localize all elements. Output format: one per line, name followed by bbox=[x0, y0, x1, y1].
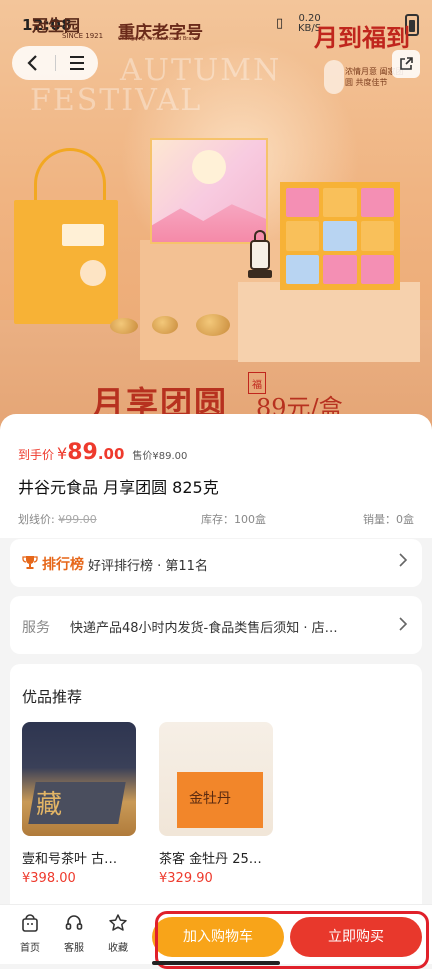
sale-price-label: 售价 bbox=[132, 451, 153, 462]
customer-service-button[interactable]: 客服 bbox=[54, 913, 94, 954]
recommend-section: 优品推荐 藏 壹和号茶叶 古… ¥398.00 金牡丹 茶客 金牡丹 25… ¥… bbox=[10, 664, 422, 908]
service-label: 服务 bbox=[22, 620, 50, 636]
mooncake-slot bbox=[286, 221, 320, 251]
menu-icon[interactable] bbox=[55, 46, 98, 80]
chevron-right-icon bbox=[398, 552, 408, 572]
service-row[interactable]: 服务 快递产品48小时内发货-食品类售后须知 · 店… bbox=[10, 596, 422, 654]
mooncake-slot bbox=[323, 254, 357, 284]
home-icon bbox=[10, 913, 50, 937]
sales-count: 销量：0盒 bbox=[363, 513, 414, 526]
brand-since: SINCE 1921 bbox=[62, 32, 104, 40]
mooncake-image bbox=[196, 314, 230, 336]
stock-count: 库存：100盒 bbox=[201, 513, 266, 526]
pedestal-right bbox=[238, 282, 420, 362]
product-title: 井谷元食品 月享团圆 825克 bbox=[18, 478, 219, 497]
service-text: 快递产品48小时内发货-食品类售后须知 · 店… bbox=[70, 621, 338, 636]
recommend-item-image: 藏 bbox=[22, 722, 136, 836]
box-moon bbox=[192, 150, 226, 184]
lantern-top bbox=[254, 230, 266, 240]
mooncake-slot bbox=[360, 221, 394, 251]
home-button[interactable]: 首页 bbox=[10, 913, 50, 954]
recommend-item[interactable]: 藏 壹和号茶叶 古… ¥398.00 bbox=[22, 722, 138, 886]
badge-title: 月到福到 bbox=[314, 23, 410, 52]
favorite-button[interactable]: 收藏 bbox=[98, 913, 138, 954]
bottom-action-bar: 首页 客服 收藏 加入购物车 立即购买 bbox=[0, 904, 432, 969]
recommend-item-name: 壹和号茶叶 古… bbox=[22, 852, 118, 867]
home-indicator bbox=[152, 961, 280, 965]
gift-bag-image bbox=[14, 200, 118, 324]
vibrate-icon: ▯ bbox=[276, 16, 284, 31]
tea-box-label: 金牡丹 bbox=[189, 791, 231, 807]
price-integer: 89 bbox=[67, 440, 98, 465]
recommend-item-price: ¥329.90 bbox=[159, 871, 213, 886]
mooncake-image bbox=[152, 316, 178, 334]
mooncake-slot bbox=[286, 254, 320, 284]
favorite-label: 收藏 bbox=[108, 943, 128, 954]
buy-now-button[interactable]: 立即购买 bbox=[290, 917, 422, 957]
bag-moon bbox=[80, 260, 106, 286]
hero-banner: AUTUMN FESTIVAL 12:08 ▯ 0.20 KB/S 冠生园 SI… bbox=[0, 0, 432, 430]
mooncake-slot bbox=[323, 188, 357, 218]
original-price-value: ¥99.00 bbox=[58, 513, 97, 526]
recommend-item-image: 金牡丹 bbox=[159, 722, 273, 836]
bag-label bbox=[62, 224, 104, 246]
home-label: 首页 bbox=[20, 943, 40, 954]
mooncake-slot bbox=[360, 254, 394, 284]
ranking-title: 排行榜 bbox=[42, 557, 84, 573]
share-icon[interactable] bbox=[392, 50, 420, 78]
rabbit-icon bbox=[324, 60, 344, 94]
lantern-image bbox=[246, 228, 274, 282]
mooncake-slot bbox=[323, 221, 357, 251]
add-to-cart-button[interactable]: 加入购物车 bbox=[152, 917, 284, 957]
mooncake-slot bbox=[360, 188, 394, 218]
mooncake-slot bbox=[286, 188, 320, 218]
sale-price: 售价¥89.00 bbox=[132, 447, 187, 462]
star-icon bbox=[98, 913, 138, 937]
ranking-text: 好评排行榜 · 第11名 bbox=[88, 559, 208, 574]
nav-capsule bbox=[12, 46, 98, 80]
price-tag: 到手价 bbox=[18, 448, 55, 462]
sale-price-value: 89.00 bbox=[158, 451, 188, 462]
chevron-right-icon bbox=[398, 616, 408, 636]
recommend-title: 优品推荐 bbox=[22, 688, 83, 706]
product-info-card: 到手价 ¥ 89 .00 售价¥89.00 井谷元食品 月享团圆 825克 划线… bbox=[0, 414, 432, 538]
brand-subtitle: Chongqing Time-honored Brand bbox=[118, 36, 198, 42]
festival-line: FESTIVAL bbox=[30, 83, 203, 118]
trophy-icon bbox=[22, 554, 38, 574]
customer-service-label: 客服 bbox=[64, 943, 84, 954]
back-icon[interactable] bbox=[12, 46, 55, 80]
currency-symbol: ¥ bbox=[57, 444, 68, 463]
lantern-base bbox=[248, 270, 272, 278]
lantern-glass bbox=[250, 240, 270, 270]
autumn-line: AUTUMN bbox=[120, 53, 282, 88]
original-price-label: 划线价: bbox=[18, 513, 55, 526]
recommend-item-name: 茶客 金牡丹 25… bbox=[159, 852, 262, 867]
mooncake-box-image bbox=[280, 182, 400, 290]
tea-box-label: 藏 bbox=[36, 790, 63, 820]
bag-handle bbox=[34, 148, 106, 208]
recommend-item-price: ¥398.00 bbox=[22, 871, 76, 886]
price-row: 到手价 ¥ 89 .00 售价¥89.00 bbox=[18, 440, 187, 465]
original-price: 划线价: ¥99.00 bbox=[18, 511, 97, 527]
recommend-item[interactable]: 金牡丹 茶客 金牡丹 25… ¥329.90 bbox=[159, 722, 275, 886]
ranking-row[interactable]: 排行榜 好评排行榜 · 第11名 bbox=[10, 539, 422, 587]
mooncake-image bbox=[110, 318, 138, 334]
headset-icon bbox=[54, 913, 94, 937]
price-decimal: .00 bbox=[97, 445, 125, 463]
